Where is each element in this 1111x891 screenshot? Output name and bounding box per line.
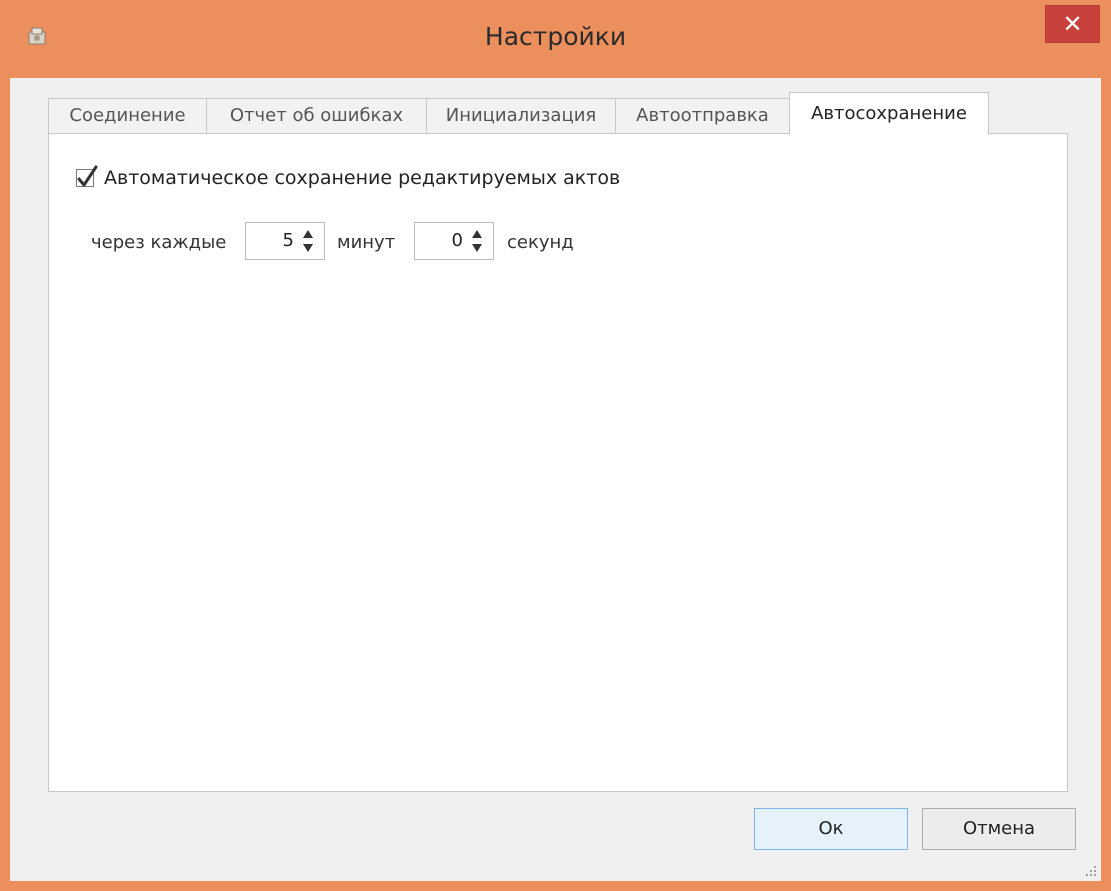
title-bar[interactable]: Настройки ✕: [0, 0, 1111, 78]
autosave-panel: Автоматическое сохранение редактируемых …: [48, 133, 1068, 792]
every-label: через каждые: [91, 232, 227, 253]
minutes-spinbox[interactable]: 5: [245, 222, 325, 260]
checkmark-icon: [77, 165, 98, 187]
minutes-value[interactable]: 5: [246, 223, 294, 259]
tab-initialization[interactable]: Инициализация: [426, 98, 616, 134]
minutes-label: минут: [337, 232, 396, 253]
autosave-checkbox-label[interactable]: Автоматическое сохранение редактируемых …: [104, 167, 620, 189]
seconds-value[interactable]: 0: [415, 223, 463, 259]
settings-window: Настройки ✕ Соединение Отчет об ошибках …: [0, 0, 1111, 891]
cancel-button[interactable]: Отмена: [922, 808, 1076, 850]
spin-arrows-icon[interactable]: [300, 227, 316, 255]
tab-autosave[interactable]: Автосохранение: [789, 92, 989, 135]
resize-grip-icon[interactable]: [1085, 865, 1097, 877]
seconds-spinbox[interactable]: 0: [414, 222, 494, 260]
close-button[interactable]: ✕: [1045, 5, 1100, 43]
spin-arrows-icon[interactable]: [469, 227, 485, 255]
ok-button[interactable]: Ок: [754, 808, 908, 850]
autosave-interval-row: через каждые 5 минут 0 секунд: [91, 222, 691, 262]
close-icon: ✕: [1062, 10, 1083, 38]
tab-connection[interactable]: Соединение: [48, 98, 207, 134]
window-title: Настройки: [484, 22, 627, 51]
tab-error-report[interactable]: Отчет об ошибках: [206, 98, 427, 134]
seconds-label: секунд: [507, 232, 574, 253]
autosave-checkbox[interactable]: [76, 165, 98, 187]
dialog-client-area: Соединение Отчет об ошибках Инициализаци…: [10, 78, 1101, 881]
tab-autosend[interactable]: Автоотправка: [615, 98, 790, 134]
